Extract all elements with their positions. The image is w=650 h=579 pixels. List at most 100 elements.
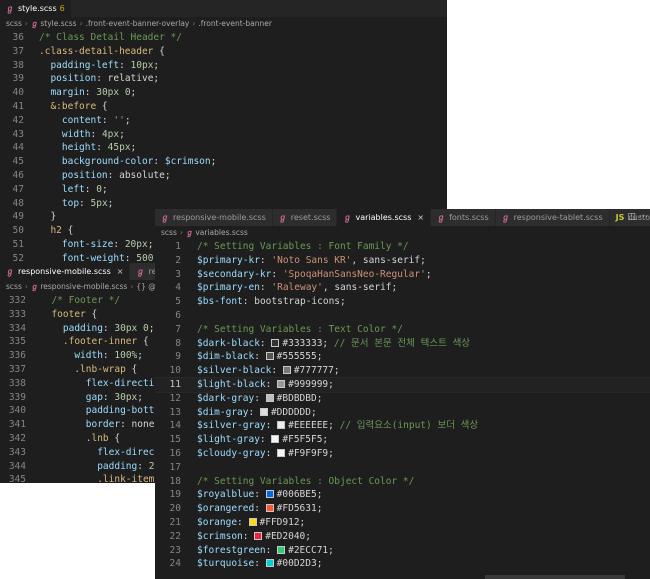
line-number: 19 <box>169 489 181 501</box>
code-line: 40 margin: 30px 0; <box>0 86 447 100</box>
js-file-icon: JS <box>615 213 625 222</box>
code-line: 14 $silver-gray: #EEEEEE; // 입력요소(input) … <box>155 419 650 433</box>
code-line: 43 width: 4px; <box>0 128 447 142</box>
code-line: 337 .lnb-wrap { <box>0 363 155 377</box>
close-icon[interactable]: × <box>117 267 124 276</box>
code-token: ; <box>124 114 131 126</box>
line-number: 344 <box>8 460 26 472</box>
code-token: $royalblue <box>197 489 255 501</box>
code-text: $forestgreen: #2ECC71; <box>197 544 334 558</box>
color-swatch[interactable] <box>271 435 280 444</box>
code-token: ; <box>137 391 143 403</box>
tab-reset-scss[interactable]: ℊreset.scss <box>272 209 338 226</box>
horizontal-scrollbar[interactable] <box>485 575 625 579</box>
tab-responsive-mobile-scss[interactable]: ℊ responsive-mobile.scss × <box>0 263 131 280</box>
code-token: // 입력요소(input) 보더 색상 <box>339 420 479 432</box>
split-editor-icon[interactable]: ◫ <box>627 209 636 226</box>
tab-responsive-tablet-scss[interactable]: ℊ responsive-tablet.scss <box>495 209 610 226</box>
more-actions-icon[interactable]: ⋯ <box>639 209 648 226</box>
breadcrumb-item[interactable]: style.scss <box>40 19 76 28</box>
code-token: left <box>39 183 85 195</box>
chevron-right-icon: › <box>192 19 196 28</box>
color-swatch[interactable] <box>265 559 274 568</box>
color-swatch[interactable] <box>265 504 274 513</box>
code-token: padding <box>40 322 103 334</box>
code-token: sans-serif <box>362 254 421 266</box>
code-text: height: 45px; <box>39 141 136 155</box>
code-token: flex-direction <box>40 377 155 389</box>
code-token: /* Setting Variables : Text Color */ <box>197 323 403 335</box>
color-swatch[interactable] <box>259 407 268 416</box>
code-token: ; <box>328 420 340 432</box>
code-text: /* Setting Variables : Text Color */ <box>197 323 403 337</box>
line-number: 9 <box>175 351 181 363</box>
code-token: padding <box>40 460 138 472</box>
code-token: ; <box>322 434 329 446</box>
code-token: ; <box>299 516 306 528</box>
code-token: relative <box>107 73 154 85</box>
tab-style-scss[interactable]: ℊ style.scss 6 <box>0 0 72 17</box>
tab-label: fonts.scss <box>449 213 489 222</box>
code-token: #BDBDBD <box>276 392 317 404</box>
color-swatch[interactable] <box>254 531 263 540</box>
breadcrumb-item[interactable]: .front-event-banner <box>198 19 272 28</box>
code-token: #EEEEEE <box>288 420 329 432</box>
breadcrumb-item[interactable]: variables.scss <box>195 228 247 237</box>
color-swatch[interactable] <box>282 366 291 375</box>
breadcrumb-item[interactable]: .front-event-banner-overlay <box>86 19 190 28</box>
code-token: ; <box>153 73 160 85</box>
code-token: { <box>61 225 74 237</box>
code-token: #F5F5F5 <box>282 434 323 446</box>
code-line: 336 width: 100%; <box>0 349 155 363</box>
code-token: $orangered <box>197 503 255 515</box>
breadcrumb-item[interactable]: scss <box>161 228 177 237</box>
tab-responsive-mobile-scss[interactable]: ℊ responsive-mobile.scss <box>155 209 273 226</box>
code-token: : <box>259 282 272 294</box>
code-text: width: 100%; <box>40 349 143 363</box>
breadcrumb-item[interactable]: scss <box>6 282 22 291</box>
code-token: ; <box>425 268 432 280</box>
code-token: padding-left <box>39 59 120 71</box>
code-token: #F9F9F9 <box>288 447 329 459</box>
code-area[interactable]: 332 /* Footer */333 footer {334 padding:… <box>0 294 155 483</box>
code-line: 23 $forestgreen: #2ECC71; <box>155 544 650 558</box>
code-token: width <box>40 350 103 362</box>
scss-file-icon: ℊ <box>30 19 39 28</box>
code-text: $crimson: #ED2040; <box>197 530 311 544</box>
code-token: ; <box>153 59 160 71</box>
code-line: 46 position: absolute; <box>0 169 447 183</box>
code-text: flex-direction <box>40 377 155 391</box>
code-text: $bs-font: bootstrap-icons; <box>197 295 346 309</box>
line-number: 45 <box>12 156 24 168</box>
color-swatch[interactable] <box>265 352 274 361</box>
color-swatch[interactable] <box>277 448 286 457</box>
color-swatch[interactable] <box>277 421 286 430</box>
color-swatch[interactable] <box>271 338 280 347</box>
code-token: , <box>322 282 335 294</box>
color-swatch[interactable] <box>248 517 257 526</box>
code-token: position <box>39 73 97 85</box>
code-line: 20 $orangered: #FD5631; <box>155 502 650 516</box>
color-swatch[interactable] <box>265 490 274 499</box>
scss-file-icon: ℊ <box>501 213 510 222</box>
code-token: ; <box>316 392 323 404</box>
color-swatch[interactable] <box>265 393 274 402</box>
code-token: background-color <box>39 156 154 168</box>
color-swatch[interactable] <box>277 379 286 388</box>
line-number: 1 <box>175 241 181 252</box>
tab-reset-scss[interactable]: ℊreset.scss <box>130 263 155 280</box>
code-token: $light-black <box>197 378 266 390</box>
code-token: 'Noto Sans KR' <box>271 254 352 266</box>
breadcrumb-item[interactable]: responsive-mobile.scss <box>40 282 127 291</box>
code-token: #00D2D3 <box>276 558 317 570</box>
tab-variables-scss[interactable]: ℊ variables.scss × <box>337 209 432 226</box>
code-area[interactable]: 1 /* Setting Variables : Font Family */ 2 $… <box>155 240 650 571</box>
breadcrumb-item[interactable]: scss <box>6 19 22 28</box>
color-swatch[interactable] <box>277 545 286 554</box>
tab-fonts-scss[interactable]: ℊ fonts.scss <box>431 209 496 226</box>
close-icon[interactable]: × <box>417 213 424 222</box>
code-token: content <box>39 114 102 126</box>
breadcrumb-item[interactable]: {} @media <box>136 282 155 291</box>
code-token: #006BE5 <box>276 489 317 501</box>
code-token: , <box>351 254 363 266</box>
